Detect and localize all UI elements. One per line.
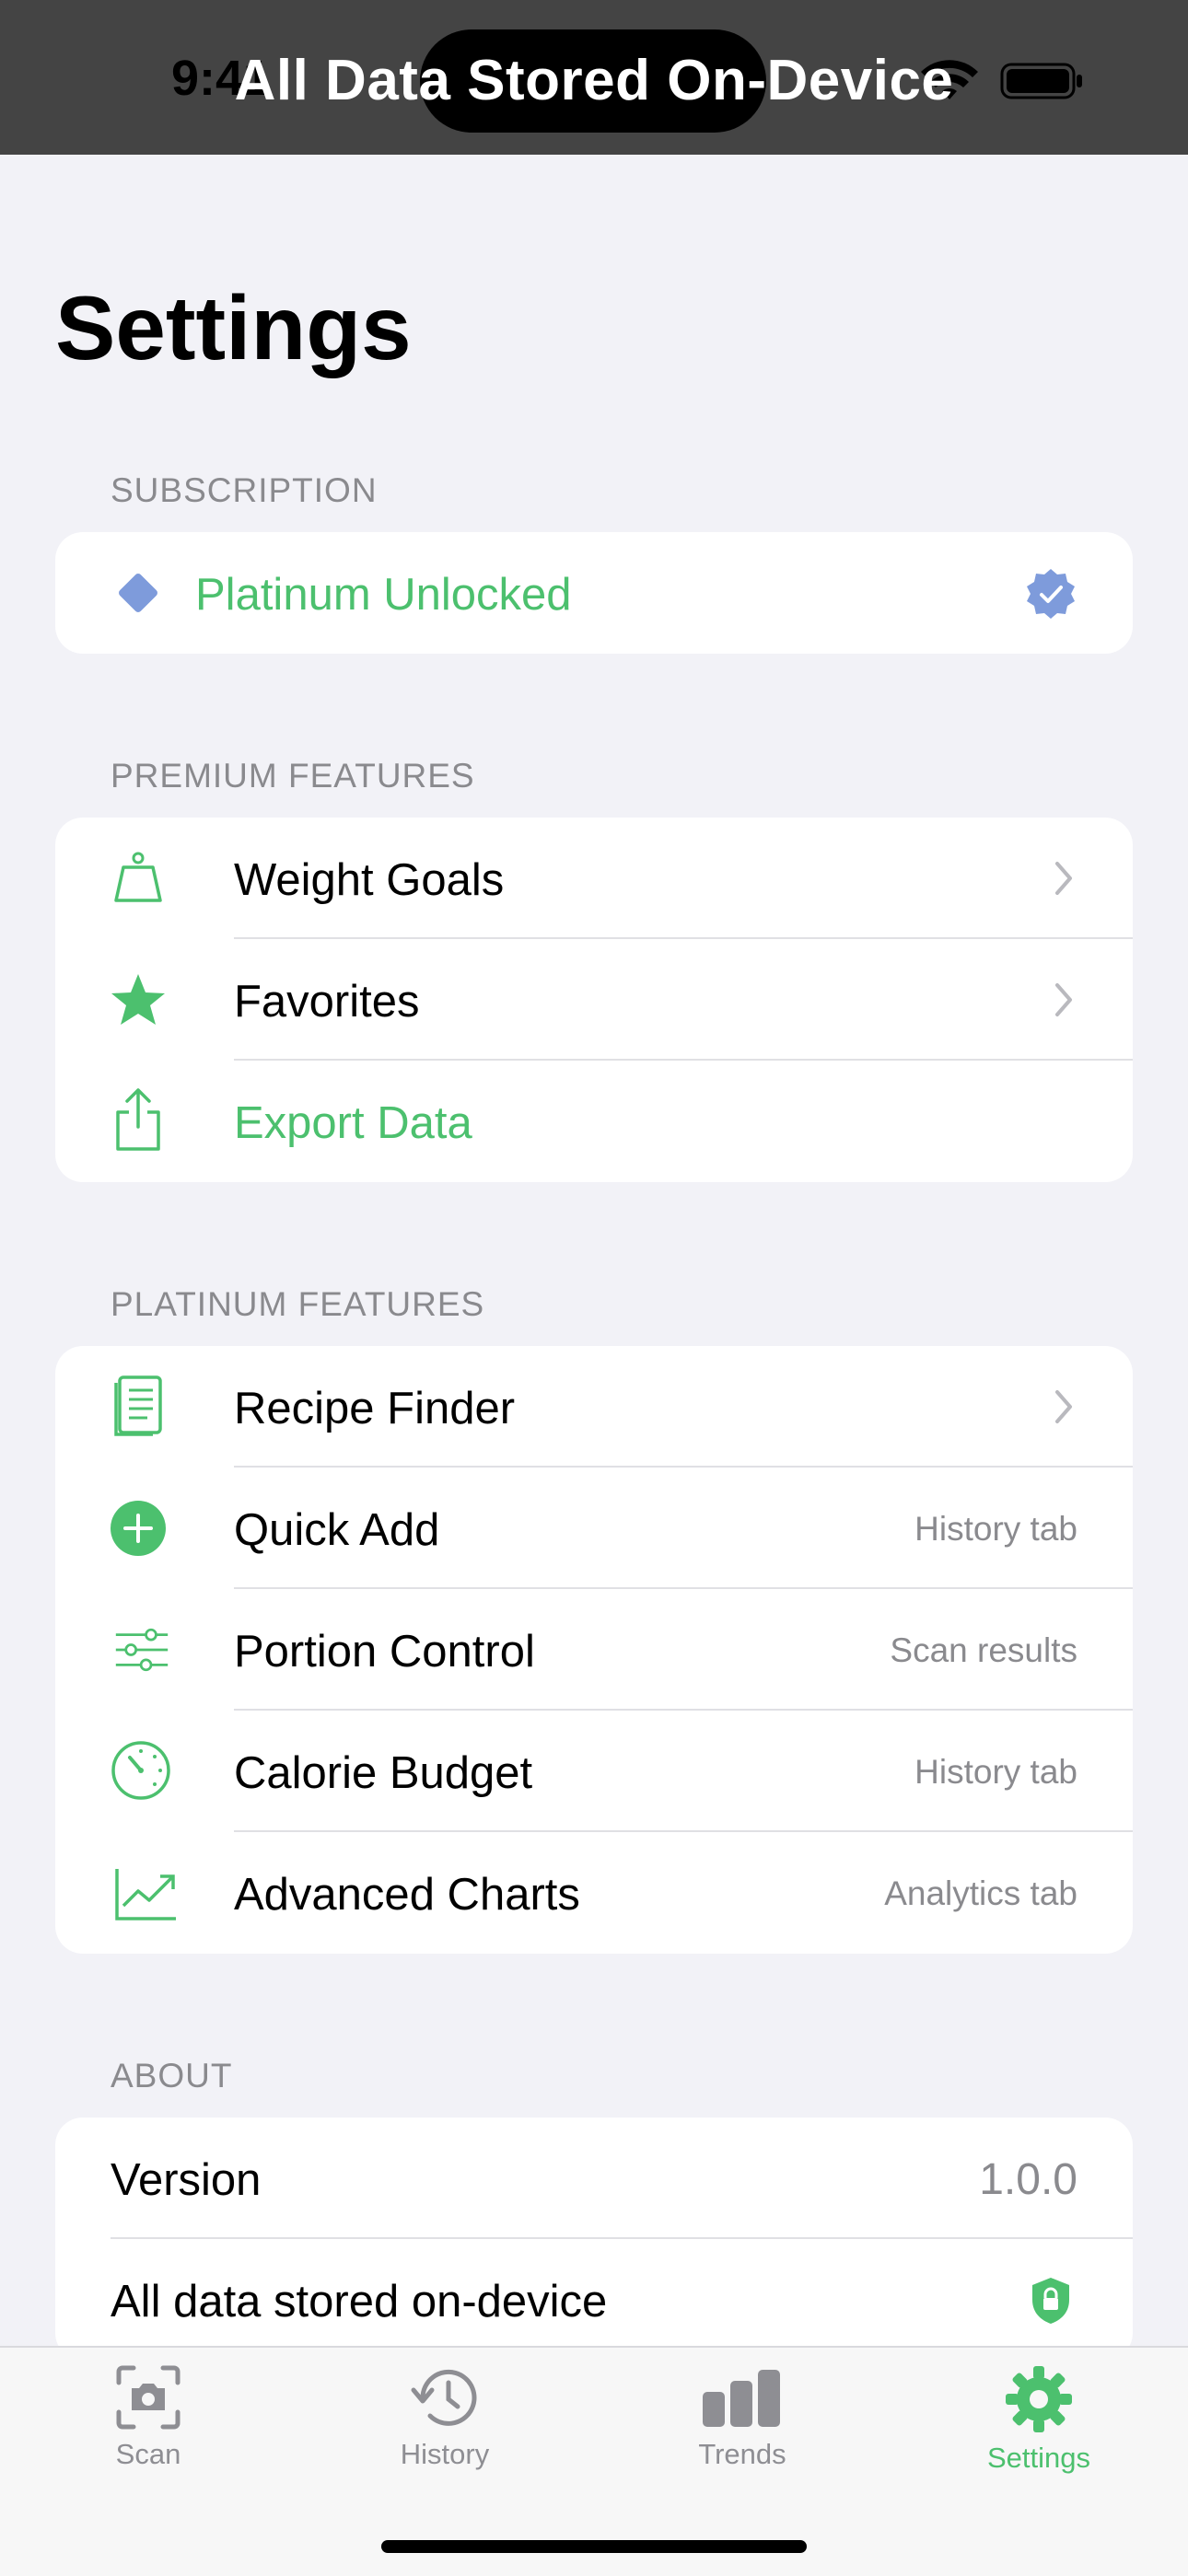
premium-item-label: Weight Goals	[234, 855, 505, 905]
platinum-item-quick-add[interactable]: Quick Add History tab	[55, 1468, 1133, 1589]
platinum-item-detail: Scan results	[890, 1631, 1077, 1669]
chevron-right-icon	[1055, 862, 1072, 895]
star-icon	[111, 974, 165, 1025]
page-title: Settings	[55, 277, 412, 378]
platinum-item-label: Calorie Budget	[234, 1748, 533, 1798]
platinum-item-advanced-charts[interactable]: Advanced Charts Analytics tab	[55, 1832, 1133, 1954]
version-label: Version	[111, 2155, 262, 2205]
tab-label: Settings	[986, 2442, 1090, 2474]
history-icon	[411, 2369, 477, 2426]
section-header-premium: PREMIUM FEATURES	[111, 757, 475, 795]
tab-label: Trends	[698, 2438, 786, 2470]
premium-card: Weight Goals Favorites Export Data	[55, 818, 1133, 1182]
about-version-row: Version 1.0.0	[55, 2118, 1133, 2239]
platinum-item-portion-control[interactable]: Portion Control Scan results	[55, 1589, 1133, 1711]
premium-item-favorites[interactable]: Favorites	[55, 939, 1133, 1061]
section-header-about: ABOUT	[111, 2057, 233, 2094]
premium-item-label: Export Data	[234, 1098, 472, 1148]
subscription-card[interactable]: Platinum Unlocked	[55, 532, 1133, 654]
chart-icon	[115, 1869, 176, 1920]
tab-history[interactable]: History	[353, 2364, 537, 2471]
platinum-item-label: Advanced Charts	[234, 1870, 580, 1920]
status-bar: 9:41 All Data Stored On-Device	[0, 0, 1188, 155]
platinum-item-label: Portion Control	[234, 1627, 535, 1677]
platinum-item-detail: History tab	[914, 1510, 1077, 1548]
tab-label: Scan	[115, 2438, 181, 2470]
gear-icon	[1006, 2366, 1072, 2432]
chevron-right-icon	[1055, 983, 1072, 1016]
section-header-platinum: PLATINUM FEATURES	[111, 1285, 485, 1323]
lock-shield-icon	[1032, 2278, 1069, 2324]
tab-trends[interactable]: Trends	[650, 2364, 834, 2471]
tab-settings[interactable]: Settings	[947, 2364, 1131, 2475]
tab-scan[interactable]: Scan	[56, 2364, 240, 2471]
gauge-icon	[111, 1741, 170, 1800]
verified-badge-icon	[1027, 569, 1075, 619]
book-icon	[114, 1375, 162, 1436]
version-value: 1.0.0	[979, 2155, 1077, 2204]
tab-label: History	[400, 2438, 490, 2470]
premium-item-label: Favorites	[234, 977, 420, 1027]
platinum-item-detail: History tab	[914, 1753, 1077, 1791]
diamond-icon	[119, 574, 157, 612]
scale-icon	[114, 852, 162, 902]
platinum-item-calorie-budget[interactable]: Calorie Budget History tab	[55, 1711, 1133, 1832]
plus-circle-icon	[111, 1501, 166, 1556]
share-icon	[116, 1088, 160, 1151]
camera-icon	[116, 2365, 181, 2430]
chevron-right-icon	[1055, 1390, 1072, 1423]
banner-text: All Data Stored On-Device	[234, 49, 954, 112]
about-card: Version 1.0.0 All data stored on-device	[55, 2118, 1133, 2361]
platinum-item-label: Quick Add	[234, 1505, 440, 1555]
premium-item-export-data[interactable]: Export Data	[55, 1061, 1133, 1182]
platinum-item-detail: Analytics tab	[884, 1874, 1077, 1912]
storage-label: All data stored on-device	[111, 2277, 608, 2327]
section-header-subscription: SUBSCRIPTION	[111, 471, 378, 509]
sliders-icon	[115, 1628, 169, 1672]
platinum-item-recipe-finder[interactable]: Recipe Finder	[55, 1346, 1133, 1468]
bars-icon	[703, 2370, 780, 2427]
subscription-label: Platinum Unlocked	[195, 570, 572, 620]
home-indicator	[381, 2540, 807, 2553]
platinum-item-label: Recipe Finder	[234, 1384, 516, 1433]
premium-item-weight-goals[interactable]: Weight Goals	[55, 818, 1133, 939]
about-storage-row: All data stored on-device	[55, 2239, 1133, 2361]
platinum-card: Recipe Finder Quick Add History tab Port…	[55, 1346, 1133, 1954]
